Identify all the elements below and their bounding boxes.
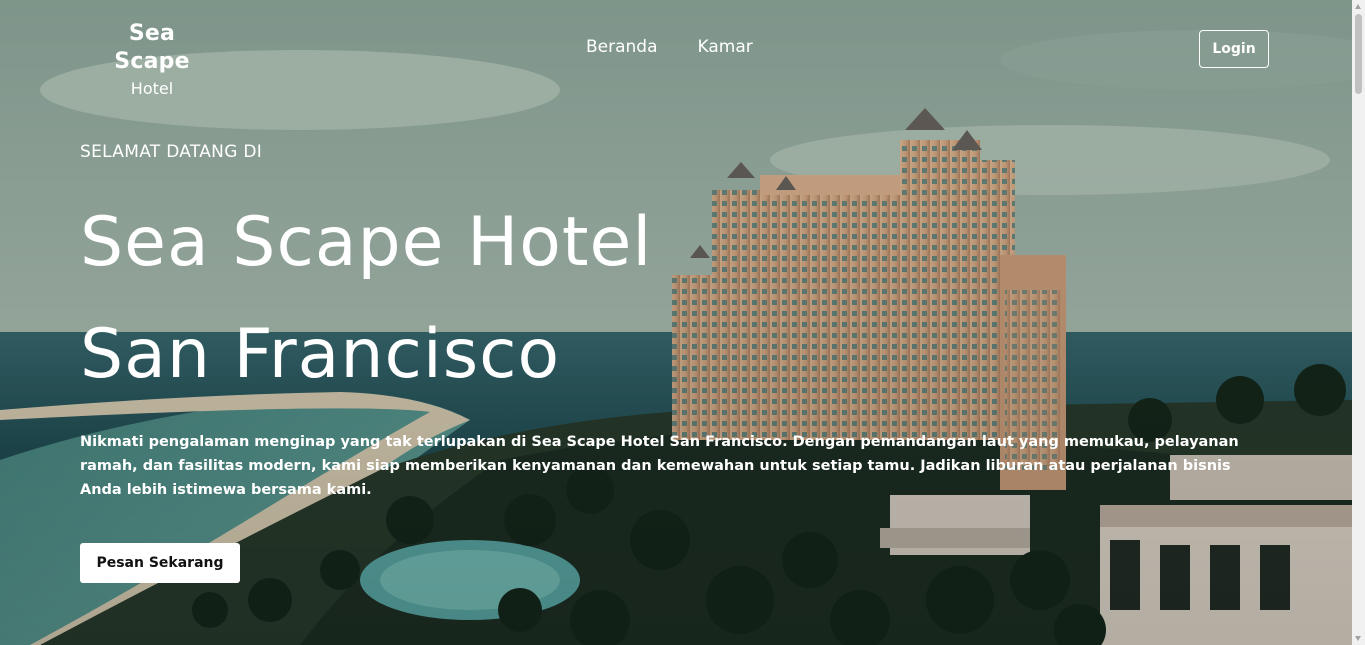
hero-title-line1: Sea Scape Hotel	[80, 203, 653, 282]
scroll-up-icon[interactable]	[1355, 4, 1361, 9]
hero-description: Nikmati pengalaman menginap yang tak ter…	[80, 434, 1239, 498]
brand-logo[interactable]: Sea Scape Hotel	[88, 20, 216, 100]
hero-title-line2: San Francisco	[80, 315, 561, 394]
scrollbar-thumb[interactable]	[1355, 14, 1362, 94]
nav-link-beranda[interactable]: Beranda	[586, 37, 658, 57]
page-scrollbar[interactable]	[1352, 0, 1365, 645]
book-now-button[interactable]: Pesan Sekarang	[80, 543, 240, 583]
login-button[interactable]: Login	[1199, 30, 1269, 68]
hero-welcome-text: SELAMAT DATANG DI	[80, 142, 263, 162]
brand-subtitle: Hotel	[130, 79, 174, 98]
scroll-down-icon[interactable]	[1355, 636, 1361, 641]
brand-name: Sea Scape	[114, 21, 190, 74]
main-nav: Beranda Kamar	[586, 37, 753, 57]
nav-link-kamar[interactable]: Kamar	[698, 37, 753, 57]
